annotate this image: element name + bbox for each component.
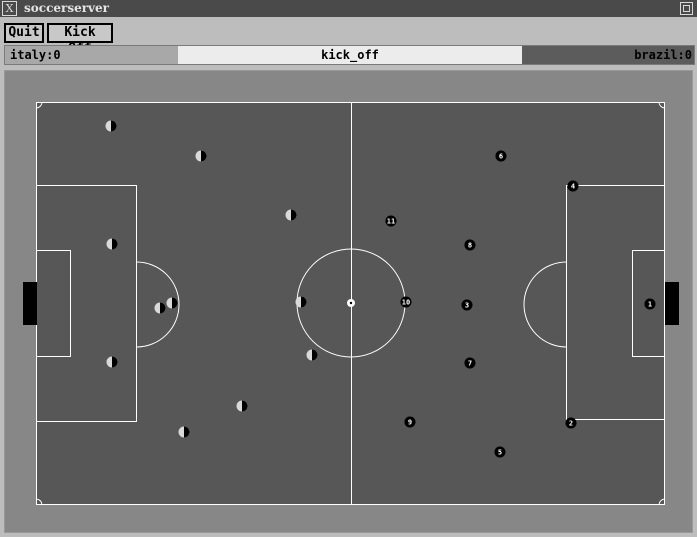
right-player-number: 11	[387, 218, 395, 226]
right-player[interactable]: 7	[464, 357, 476, 369]
soccer-pitch: 6 4 11 8 10 3 1 7 9 2 5	[23, 102, 679, 505]
left-player[interactable]	[105, 120, 117, 132]
left-player[interactable]	[236, 400, 248, 412]
left-player[interactable]	[106, 238, 118, 250]
right-player-number: 9	[408, 419, 412, 427]
right-player-number: 8	[468, 242, 472, 250]
right-player-number: 2	[569, 420, 573, 428]
right-player-number: 7	[468, 360, 472, 368]
left-player[interactable]	[166, 297, 178, 309]
left-player[interactable]	[154, 302, 166, 314]
left-team-score: italy:0	[5, 46, 178, 64]
left-player[interactable]	[178, 426, 190, 438]
kick-off-button[interactable]: Kick Off	[47, 23, 113, 56]
score-bar: italy:0 kick_off brazil:0	[4, 45, 695, 65]
right-player-number: 1	[648, 301, 652, 309]
right-player[interactable]: 4	[567, 180, 579, 192]
right-player[interactable]: 6	[495, 150, 507, 162]
right-player[interactable]: 10	[400, 296, 412, 308]
field-canvas[interactable]: 6 4 11 8 10 3 1 7 9 2 5	[4, 70, 693, 533]
right-player-number: 4	[571, 183, 575, 191]
window-title: soccerserver	[24, 1, 109, 15]
play-mode: kick_off	[178, 46, 522, 64]
right-player[interactable]: 1	[644, 298, 656, 310]
left-player[interactable]	[306, 349, 318, 361]
right-player[interactable]: 3	[461, 299, 473, 311]
right-player[interactable]: 11	[385, 215, 397, 227]
title-bar: X soccerserver	[0, 0, 697, 17]
left-player[interactable]	[285, 209, 297, 221]
right-player[interactable]: 8	[464, 239, 476, 251]
ball-center	[349, 301, 353, 305]
right-player-number: 3	[465, 302, 469, 310]
left-player[interactable]	[295, 296, 307, 308]
quit-button[interactable]: Quit	[4, 23, 44, 43]
right-player-number: 5	[498, 449, 502, 457]
right-player[interactable]: 2	[565, 417, 577, 429]
left-player[interactable]	[195, 150, 207, 162]
x-window-icon[interactable]: X	[2, 1, 17, 16]
left-player[interactable]	[106, 356, 118, 368]
right-player-number: 6	[499, 153, 503, 161]
right-player[interactable]: 9	[404, 416, 416, 428]
left-goal	[23, 282, 37, 325]
right-player-number: 10	[402, 299, 410, 307]
maximize-icon[interactable]	[680, 2, 693, 15]
right-goal	[665, 282, 679, 325]
right-player[interactable]: 5	[494, 446, 506, 458]
ball	[347, 299, 355, 307]
right-team-score: brazil:0	[522, 46, 694, 64]
